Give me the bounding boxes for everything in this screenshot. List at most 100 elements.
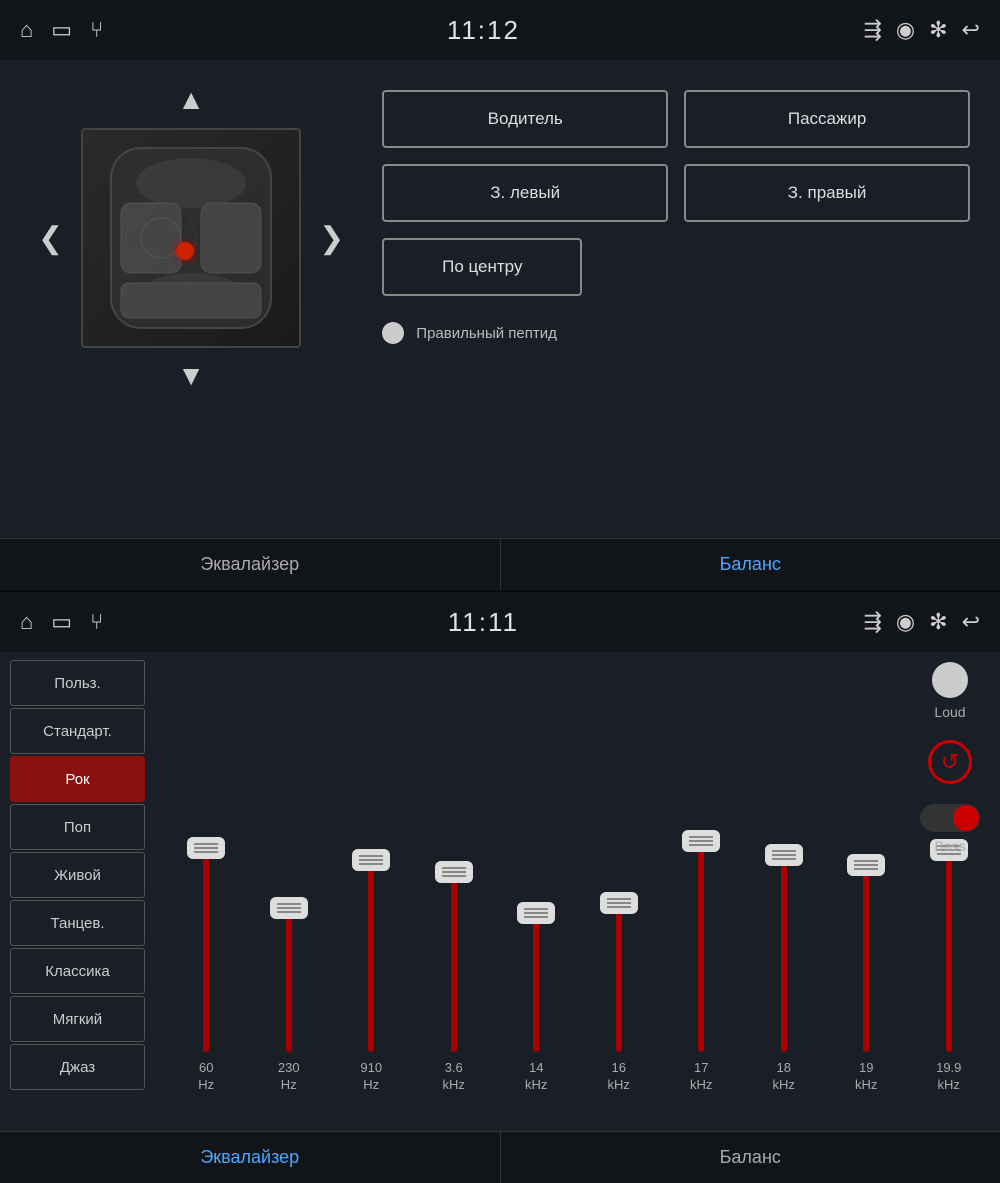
eq-preset-стандарт[interactable]: Стандарт. (10, 708, 145, 754)
peptide-area: Правильный пептид (382, 322, 970, 344)
seat-right-button[interactable]: ❯ (311, 217, 352, 260)
seat-image-box (81, 128, 301, 348)
eq-preset-мягкий[interactable]: Мягкий (10, 996, 145, 1042)
eq-main-area: 60Hz230Hz910Hz3.6kHz14kHz16kHz17kHz18kHz… (155, 652, 1000, 1122)
top-panel: ⌂ ▭ ⑂ 11:12 ⇶ ◉ ✻ ↩ ▲ ❮ (0, 0, 1000, 590)
bass-label: Bass (934, 838, 965, 854)
eq-slider-track-16[interactable] (616, 903, 622, 1052)
eq-preset-классика[interactable]: Классика (10, 948, 145, 994)
seat-up-button[interactable]: ▲ (167, 80, 215, 120)
home-icon[interactable]: ⌂ (20, 17, 33, 43)
tab-balance-bottom[interactable]: Баланс (501, 1132, 1000, 1183)
loud-area: Loud (932, 662, 968, 720)
eq-freq-label-60: 60Hz (198, 1060, 214, 1094)
eq-slider-thumb-14[interactable] (517, 902, 555, 924)
seat-position-buttons: Водитель Пассажир З. левый З. правый По … (382, 80, 970, 500)
eq-location-icon[interactable]: ◉ (896, 609, 915, 635)
tv-icon[interactable]: ▭ (51, 17, 72, 43)
eq-slider-track-17[interactable] (698, 841, 704, 1052)
eq-freq-label-19.9: 19.9kHz (936, 1060, 961, 1094)
eq-clock: 11:11 (448, 607, 519, 638)
back-icon[interactable]: ↩ (962, 17, 980, 43)
eq-back-icon[interactable]: ↩ (962, 609, 980, 635)
cast-icon[interactable]: ⇶ (863, 17, 881, 43)
seat-content: ▲ ❮ (0, 60, 1000, 520)
seat-image-area: ▲ ❮ (30, 80, 352, 500)
eq-slider-thumb-3.6[interactable] (435, 861, 473, 883)
rear-left-button[interactable]: З. левый (382, 164, 668, 222)
loud-button[interactable] (932, 662, 968, 698)
eq-usb-icon[interactable]: ⑂ (90, 609, 103, 635)
center-button[interactable]: По центру (382, 238, 582, 296)
eq-presets-sidebar: Польз.Стандарт.РокПопЖивойТанцев.Классик… (0, 652, 155, 1122)
eq-status-icons-right: ⇶ ◉ ✻ ↩ (863, 609, 980, 635)
eq-home-icon[interactable]: ⌂ (20, 609, 33, 635)
bass-toggle-knob (953, 805, 979, 831)
eq-bluetooth-icon[interactable]: ✻ (929, 609, 947, 635)
seat-rear-row: З. левый З. правый (382, 164, 970, 222)
eq-slider-track-18[interactable] (781, 855, 787, 1052)
tab-equalizer-top[interactable]: Эквалайзер (0, 539, 501, 590)
bottom-status-bar: ⌂ ▭ ⑂ 11:11 ⇶ ◉ ✻ ↩ (0, 592, 1000, 652)
seat-image-background (83, 130, 299, 346)
eq-slider-thumb-910[interactable] (352, 849, 390, 871)
eq-band-910: 910Hz (330, 782, 413, 1122)
eq-preset-рок[interactable]: Рок (10, 756, 145, 802)
location-icon[interactable]: ◉ (896, 17, 915, 43)
eq-slider-thumb-18[interactable] (765, 844, 803, 866)
eq-band-14: 14kHz (495, 782, 578, 1122)
eq-tv-icon[interactable]: ▭ (51, 609, 72, 635)
eq-freq-label-18: 18kHz (773, 1060, 795, 1094)
seat-image-row: ❮ (30, 128, 352, 348)
bass-area: Bass (920, 804, 980, 854)
eq-slider-thumb-16[interactable] (600, 892, 638, 914)
seat-down-button[interactable]: ▼ (167, 356, 215, 396)
car-interior-image (91, 138, 291, 338)
reset-button[interactable]: ↺ (928, 740, 972, 784)
eq-slider-track-910[interactable] (368, 860, 374, 1052)
eq-freq-label-19: 19kHz (855, 1060, 877, 1094)
eq-slider-track-19[interactable] (863, 865, 869, 1052)
peptide-label: Правильный пептид (416, 325, 557, 342)
usb-icon[interactable]: ⑂ (90, 17, 103, 43)
eq-slider-track-230[interactable] (286, 908, 292, 1052)
eq-band-16: 16kHz (578, 782, 661, 1122)
eq-slider-track-60[interactable] (203, 848, 209, 1052)
status-icons-right: ⇶ ◉ ✻ ↩ (863, 17, 980, 43)
seat-left-button[interactable]: ❮ (30, 217, 71, 260)
eq-cast-icon[interactable]: ⇶ (863, 609, 881, 635)
eq-band-60: 60Hz (165, 782, 248, 1122)
eq-freq-label-910: 910Hz (360, 1060, 382, 1094)
eq-panel-tabs: Эквалайзер Баланс (0, 1131, 1000, 1183)
eq-slider-track-3.6[interactable] (451, 872, 457, 1052)
eq-freq-label-17: 17kHz (690, 1060, 712, 1094)
peptide-indicator (382, 322, 404, 344)
rear-right-button[interactable]: З. правый (684, 164, 970, 222)
bluetooth-icon[interactable]: ✻ (929, 17, 947, 43)
eq-sliders-area: 60Hz230Hz910Hz3.6kHz14kHz16kHz17kHz18kHz… (155, 652, 1000, 1122)
passenger-button[interactable]: Пассажир (684, 90, 970, 148)
eq-slider-thumb-17[interactable] (682, 830, 720, 852)
eq-preset-танцев[interactable]: Танцев. (10, 900, 145, 946)
eq-preset-живой[interactable]: Живой (10, 852, 145, 898)
eq-freq-label-14: 14kHz (525, 1060, 547, 1094)
eq-band-3.6: 3.6kHz (413, 782, 496, 1122)
driver-button[interactable]: Водитель (382, 90, 668, 148)
tab-equalizer-bottom[interactable]: Эквалайзер (0, 1132, 501, 1183)
eq-slider-track-14[interactable] (533, 913, 539, 1052)
top-panel-tabs: Эквалайзер Баланс (0, 538, 1000, 590)
status-icons-left: ⌂ ▭ ⑂ (20, 17, 103, 43)
bass-toggle[interactable] (920, 804, 980, 832)
eq-slider-thumb-19[interactable] (847, 854, 885, 876)
eq-status-icons-left: ⌂ ▭ ⑂ (20, 609, 103, 635)
eq-freq-label-16: 16kHz (608, 1060, 630, 1094)
eq-preset-поп[interactable]: Поп (10, 804, 145, 850)
eq-slider-thumb-60[interactable] (187, 837, 225, 859)
eq-preset-польз[interactable]: Польз. (10, 660, 145, 706)
tab-balance-top[interactable]: Баланс (501, 539, 1000, 590)
eq-preset-джаз[interactable]: Джаз (10, 1044, 145, 1090)
eq-slider-thumb-230[interactable] (270, 897, 308, 919)
eq-slider-track-19.9[interactable] (946, 850, 952, 1052)
top-clock: 11:12 (447, 15, 520, 46)
seat-front-row: Водитель Пассажир (382, 90, 970, 148)
